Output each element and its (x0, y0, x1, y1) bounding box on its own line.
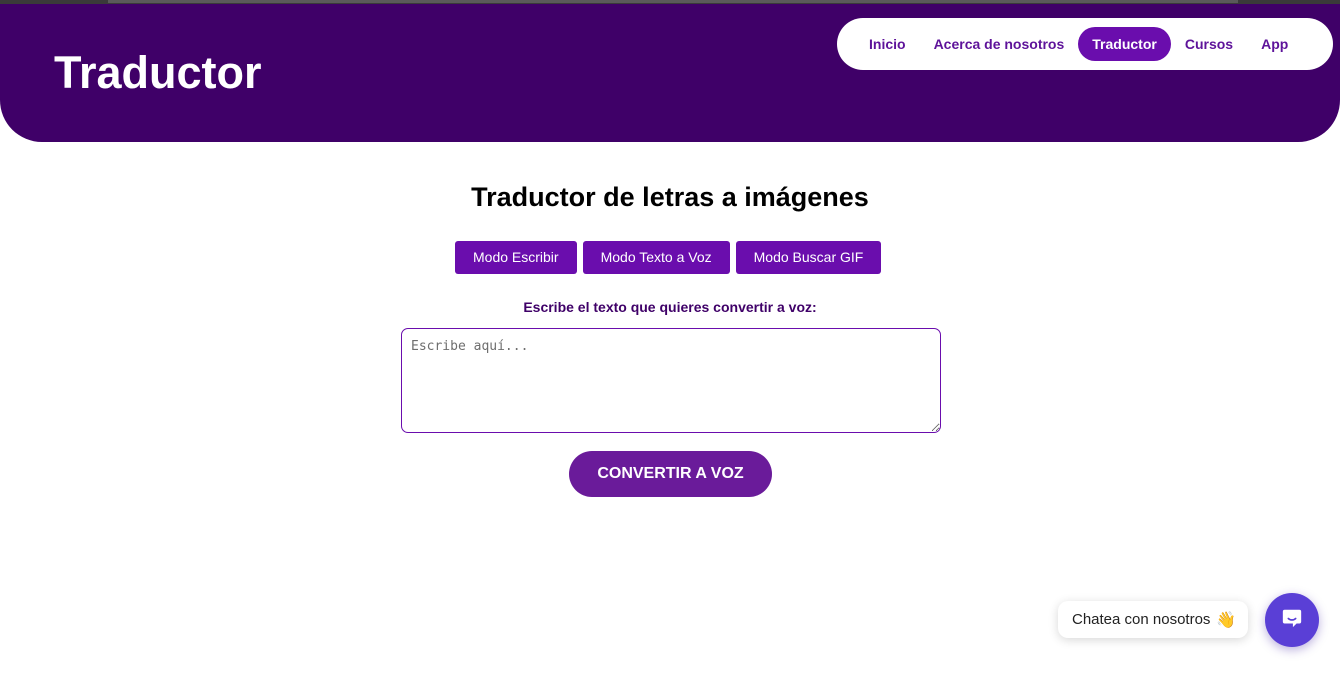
chat-icon (1281, 607, 1303, 634)
mode-write-button[interactable]: Modo Escribir (455, 241, 577, 274)
nav-item-inicio[interactable]: Inicio (855, 27, 920, 61)
convert-to-voice-button[interactable]: CONVERTIR A VOZ (569, 451, 772, 497)
chat-greeting-bubble[interactable]: Chatea con nosotros 👋 (1058, 601, 1249, 638)
main-nav: Inicio Acerca de nosotros Traductor Curs… (837, 18, 1333, 70)
mode-search-gif-button[interactable]: Modo Buscar GIF (735, 241, 882, 274)
chat-greeting-label: Chatea con nosotros (1072, 611, 1211, 628)
nav-item-app[interactable]: App (1247, 27, 1302, 61)
chat-launcher-button[interactable] (1265, 593, 1319, 647)
page-title: Traductor de letras a imágenes (471, 182, 869, 212)
mode-text-to-voice-button[interactable]: Modo Texto a Voz (582, 241, 730, 274)
nav-item-acerca[interactable]: Acerca de nosotros (920, 27, 1079, 61)
nav-item-traductor[interactable]: Traductor (1078, 27, 1171, 61)
nav-item-cursos[interactable]: Cursos (1171, 27, 1247, 61)
site-header: Traductor Inicio Acerca de nosotros Trad… (0, 4, 1340, 142)
input-prompt-label: Escribe el texto que quieres convertir a… (523, 299, 817, 315)
text-input[interactable] (401, 328, 941, 433)
waving-hand-icon: 👋 (1216, 611, 1237, 629)
site-title: Traductor (54, 47, 262, 98)
mode-buttons: Modo Escribir Modo Texto a Voz Modo Busc… (455, 241, 882, 274)
browser-top-strip-highlight (108, 0, 1238, 3)
